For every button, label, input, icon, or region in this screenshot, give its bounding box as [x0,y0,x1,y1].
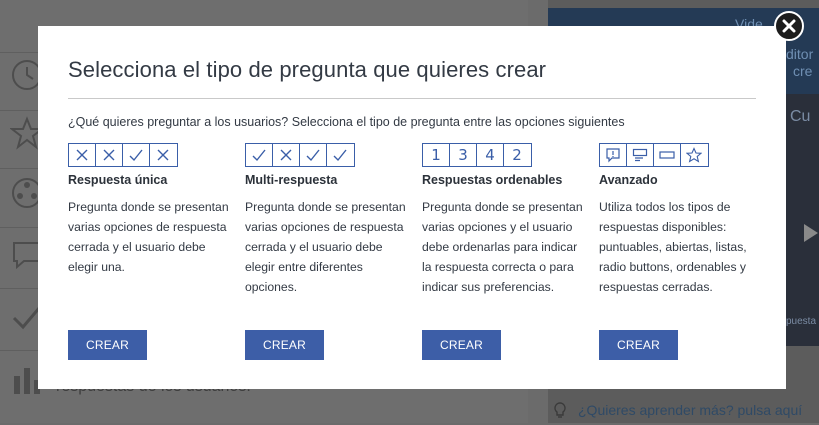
lightbulb-icon [552,402,568,420]
option-sortable-answers: 1 3 4 2 Respuestas ordenables Pregunta d… [422,143,592,297]
order-number: 2 [512,146,522,164]
option-advanced: Avanzado Utiliza todos los tipos de resp… [599,143,769,297]
option-title: Respuestas ordenables [422,173,563,187]
option-description: Pregunta donde se presentan varias opcio… [422,200,583,294]
banner-text: cre [793,63,813,79]
cross-icon [69,144,96,166]
order-number: 1 [423,144,450,166]
order-number: 3 [450,144,477,166]
cross-icon [273,144,300,166]
option-title: Multi-respuesta [245,173,338,187]
star-icon [681,144,707,166]
create-multi-answer-button[interactable]: CREAR [245,330,324,360]
option-description: Pregunta donde se presentan varias opcio… [68,200,229,274]
order-number: 4 [477,144,504,166]
create-single-answer-button[interactable]: CREAR [68,330,147,360]
video-caption: puesta [786,316,817,327]
banner-text: ditor [786,46,814,62]
option-icon-strip [68,143,178,167]
speech-bubble-icon [600,144,627,166]
option-single-answer: Respuesta única Pregunta donde se presen… [68,143,238,277]
close-dialog-button[interactable] [774,11,804,41]
check-icon [123,144,150,166]
cross-icon [96,144,123,166]
option-number-strip: 1 3 4 2 [422,143,532,167]
close-icon [782,19,796,33]
title-divider [68,98,756,99]
option-multi-answer: Multi-respuesta Pregunta donde se presen… [245,143,415,297]
option-icon-strip [245,143,355,167]
check-icon [327,144,353,166]
dialog-title: Selecciona el tipo de pregunta que quier… [68,57,547,82]
cross-icon [150,144,176,166]
check-icon [246,144,273,166]
textbox-icon [654,144,681,166]
play-icon [804,224,818,242]
option-title: Respuesta única [68,173,168,187]
video-title: Cu [790,108,811,125]
question-type-dialog: Selecciona el tipo de pregunta que quier… [38,26,786,389]
option-icon-strip [599,143,709,167]
help-link: ¿Quieres aprender más? pulsa aquí [578,402,803,418]
dialog-subtitle: ¿Qué quieres preguntar a los usuarios? S… [68,115,625,129]
check-icon [300,144,327,166]
option-title: Avanzado [599,173,658,187]
option-description: Utiliza todos los tipos de respuestas di… [599,200,747,294]
create-sortable-button[interactable]: CREAR [422,330,501,360]
option-description: Pregunta donde se presentan varias opcio… [245,200,406,294]
list-icon [627,144,654,166]
create-advanced-button[interactable]: CREAR [599,330,678,360]
